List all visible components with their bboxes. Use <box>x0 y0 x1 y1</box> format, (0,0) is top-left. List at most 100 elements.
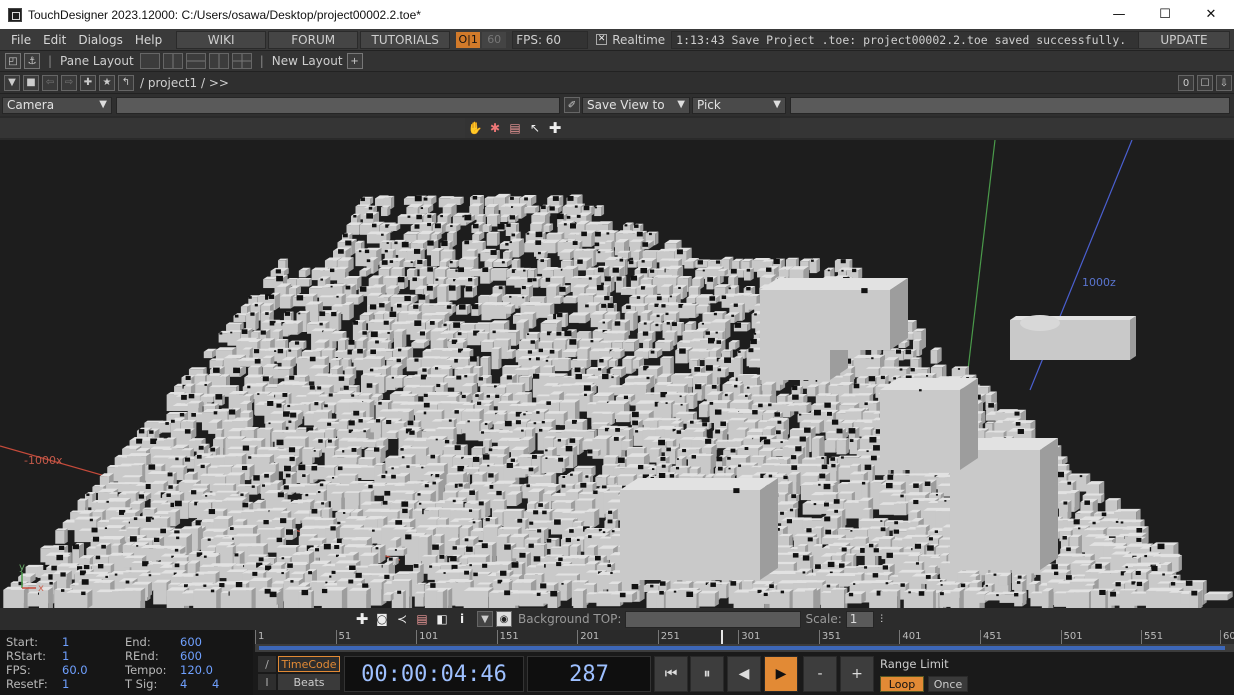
timecode-button[interactable]: TimeCode <box>278 656 340 672</box>
display-options-dropdown-icon[interactable]: ▼ <box>477 611 493 627</box>
layout-four-pane-icon[interactable] <box>231 53 252 69</box>
fps-param-value[interactable]: 60.0 <box>62 663 88 677</box>
timecode-display[interactable]: 00:00:04:46 <box>344 656 524 692</box>
rewind-to-start-button[interactable]: ⏮ <box>654 656 688 692</box>
scale-label: Scale: <box>805 612 842 626</box>
layout-single-icon[interactable] <box>139 53 160 69</box>
layout-split-vertical-icon[interactable] <box>162 53 183 69</box>
step-forward-button[interactable]: + <box>840 656 874 692</box>
ruler-tick: 401 <box>899 630 922 644</box>
maximize-button[interactable]: ☐ <box>1142 0 1188 29</box>
step-back-button[interactable]: - <box>803 656 837 692</box>
network-icon[interactable]: ◰ <box>5 53 21 69</box>
save-view-dropdown[interactable]: Save View to ▼ <box>582 96 690 114</box>
layout-three-pane-icon[interactable] <box>208 53 229 69</box>
i-toggle[interactable]: I <box>258 674 276 690</box>
perform-mode-button[interactable]: O|1 <box>456 31 481 48</box>
ruler-tick: 351 <box>818 630 841 644</box>
ruler-tick: 1 <box>255 630 264 644</box>
resetf-value[interactable]: 1 <box>62 677 69 691</box>
wiki-button[interactable]: WIKI <box>176 30 267 49</box>
range-fill[interactable] <box>259 646 1225 650</box>
network-path[interactable]: / project1 / >> <box>140 76 229 90</box>
lock-view-icon[interactable]: ✐ <box>564 97 580 113</box>
snapshot-camera-icon[interactable]: ◉ <box>496 611 512 627</box>
close-button[interactable]: ✕ <box>1188 0 1234 29</box>
window-controls: — ☐ ✕ <box>1096 0 1234 29</box>
cube-icon[interactable]: ◧ <box>434 611 450 627</box>
bookmark-star-icon[interactable]: ★ <box>99 74 115 91</box>
add-tool-icon[interactable]: ✚ <box>547 119 563 137</box>
info-icon[interactable]: i <box>454 611 470 627</box>
render-icon[interactable]: ▤ <box>414 611 430 627</box>
background-top-field[interactable] <box>625 610 802 628</box>
pause-button[interactable]: ⏸ <box>690 656 724 692</box>
pane-menu-icon[interactable]: ▼ <box>4 74 20 91</box>
camera-name-field[interactable] <box>116 96 560 114</box>
viewer-sub-toolbar: ✋ ✱ ▤ ↖ ✚ <box>0 116 1234 140</box>
import-icon[interactable]: ⇩ <box>1216 75 1232 91</box>
realtime-label: Realtime <box>612 32 666 47</box>
title-bar: TouchDesigner 2023.12000: C:/Users/osawa… <box>0 0 1234 29</box>
rstart-value[interactable]: 1 <box>62 649 69 663</box>
ruler-tick: 51 <box>335 630 351 644</box>
end-value[interactable]: 600 <box>180 635 202 649</box>
new-layout-label[interactable]: New Layout <box>272 54 343 68</box>
maximize-pane-icon[interactable]: ☐ <box>1197 75 1213 91</box>
pane-type-icon[interactable]: ■ <box>23 74 39 91</box>
frame-ruler[interactable]: 151101151201251301351401451501551600 <box>255 630 1234 644</box>
realtime-checkbox[interactable]: ✕ <box>596 34 608 45</box>
ruler-tick: 600 <box>1220 630 1234 644</box>
range-bar[interactable] <box>255 644 1234 652</box>
menu-dialogs[interactable]: Dialogs <box>72 33 128 47</box>
play-forward-button[interactable]: ▶ <box>764 656 798 692</box>
pick-field[interactable] <box>790 96 1230 114</box>
gizmo-x-label: x <box>38 583 44 594</box>
frame-display[interactable]: 287 <box>527 656 651 692</box>
parent-network-icon[interactable]: ↰ <box>118 74 134 91</box>
anchor-icon[interactable]: ⚓ <box>24 53 40 69</box>
camera-tool-icon[interactable]: ▤ <box>507 120 523 136</box>
timeline: Start: 1 RStart: 1 FPS: 60.0 ResetF: 1 E… <box>0 630 1234 695</box>
tutorials-button[interactable]: TUTORIALS <box>360 30 451 49</box>
forward-arrow-icon[interactable]: ⇨ <box>61 74 77 91</box>
menu-help[interactable]: Help <box>129 33 168 47</box>
pointer-tool-icon[interactable]: ↖ <box>527 120 543 136</box>
play-reverse-button[interactable]: ◀ <box>727 656 761 692</box>
back-arrow-icon[interactable]: ⇦ <box>42 74 58 91</box>
viewport-bottom-toolbar: ✚ ◙ ≺ ▤ ◧ i ▼ ◉ Background TOP: Scale: 1… <box>0 608 1234 630</box>
playhead[interactable] <box>721 630 723 644</box>
share-icon[interactable]: ≺ <box>394 611 410 627</box>
hand-pan-icon[interactable]: ✋ <box>467 120 483 136</box>
pick-dropdown[interactable]: Pick ▼ <box>692 96 786 114</box>
once-button[interactable]: Once <box>928 676 968 692</box>
home-icon[interactable]: ✚ <box>80 74 96 91</box>
add-layout-button[interactable]: + <box>346 53 363 69</box>
3d-viewport[interactable]: -1000x 1000z y x <box>0 140 1234 608</box>
camera-dropdown[interactable]: Camera ▼ <box>2 96 112 114</box>
tsig-numerator[interactable]: 4 <box>180 677 187 691</box>
pane-count[interactable]: 0 <box>1178 75 1194 91</box>
start-value[interactable]: 1 <box>62 635 69 649</box>
scale-slider-icon[interactable]: ⋮ <box>874 611 890 627</box>
minimize-button[interactable]: — <box>1096 0 1142 29</box>
add-icon[interactable]: ✚ <box>354 610 370 628</box>
bug-select-icon[interactable]: ✱ <box>487 120 503 136</box>
fps-target-box[interactable]: 60 <box>482 31 507 48</box>
slash-toggle[interactable]: / <box>258 656 276 672</box>
chevron-down-icon: ▼ <box>677 98 685 110</box>
layout-split-horizontal-icon[interactable] <box>185 53 206 69</box>
rend-value[interactable]: 600 <box>180 649 202 663</box>
menu-file[interactable]: File <box>5 33 37 47</box>
menu-edit[interactable]: Edit <box>37 33 72 47</box>
scale-field[interactable]: 1 <box>845 610 874 628</box>
update-button[interactable]: UPDATE <box>1138 31 1230 49</box>
separator: | <box>48 54 53 68</box>
camera-home-icon[interactable]: ◙ <box>374 611 390 627</box>
fps-param-label: FPS: <box>6 663 31 677</box>
tempo-value[interactable]: 120.0 <box>180 663 213 677</box>
loop-button[interactable]: Loop <box>880 676 924 692</box>
tsig-denominator[interactable]: 4 <box>212 677 219 691</box>
forum-button[interactable]: FORUM <box>268 30 359 49</box>
beats-button[interactable]: Beats <box>278 674 340 690</box>
